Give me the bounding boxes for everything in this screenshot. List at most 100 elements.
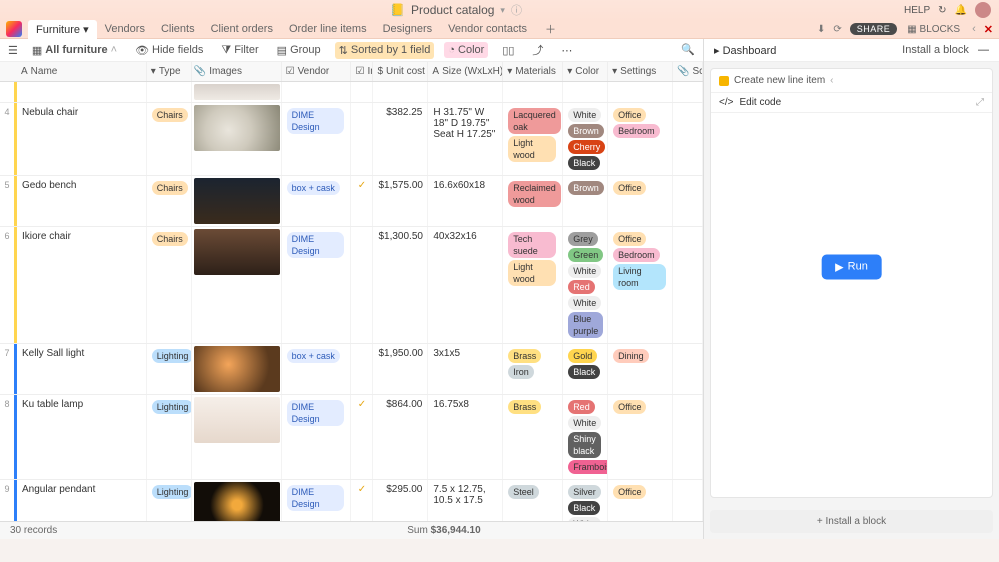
hide-fields-button[interactable]: 👁 Hide fields (131, 42, 207, 59)
cell-type[interactable] (147, 82, 192, 102)
table-tab[interactable]: Vendors (97, 20, 153, 39)
share-view-icon[interactable]: ⤴ (528, 40, 547, 60)
cell-image[interactable] (192, 395, 282, 479)
run-button[interactable]: ▶ Run (821, 254, 882, 279)
cell-name[interactable]: Nebula chair (17, 103, 147, 175)
cell-vendor[interactable] (282, 82, 352, 102)
cell-schematic[interactable] (673, 344, 703, 394)
col-instock[interactable]: ☑ In stock (351, 62, 373, 81)
cell-name[interactable]: Ikiore chair (17, 227, 147, 343)
cell-vendor[interactable]: DIME Design (282, 480, 352, 521)
table-row[interactable]: 9Angular pendantLightingDIME Design✓$295… (0, 480, 703, 521)
cell-instock[interactable] (351, 227, 373, 343)
cell-color[interactable]: Brown (563, 176, 608, 226)
cell-color[interactable]: RedWhiteShiny blackFramboise (563, 395, 608, 479)
app-logo[interactable] (6, 21, 22, 37)
title-chevron[interactable]: ▾ (500, 5, 505, 16)
cell-color[interactable]: SilverBlackWhiteGold (563, 480, 608, 521)
cell-settings[interactable]: OfficeBedroom (608, 103, 673, 175)
close-icon[interactable]: ✕ (984, 23, 993, 36)
cell-materials[interactable]: Lacquered oakLight wood (503, 103, 563, 175)
cell-vendor[interactable]: DIME Design (282, 103, 352, 175)
cell-vendor[interactable]: box + cask (282, 344, 352, 394)
col-color[interactable]: ▾ Color (563, 62, 608, 81)
install-block-link[interactable]: Install a block (902, 44, 969, 56)
view-switcher[interactable]: ▦ All furniture ˄ (28, 42, 121, 59)
dashboard-tab[interactable]: ▸ Dashboard (714, 44, 776, 57)
cell-image[interactable] (192, 103, 282, 175)
sync-icon[interactable]: ⟳ (833, 24, 841, 35)
cell-settings[interactable]: Office (608, 480, 673, 521)
table-tab[interactable]: Designers (375, 20, 441, 39)
cell-instock[interactable]: ✓ (351, 176, 373, 226)
add-table-icon[interactable]: ＋ (537, 18, 564, 40)
cell-image[interactable] (192, 480, 282, 521)
cell-unitcost[interactable]: $1,950.00 (373, 344, 428, 394)
cell-size[interactable]: 40x32x16 (428, 227, 503, 343)
col-size[interactable]: A Size (WxLxH) (428, 62, 503, 81)
cell-color[interactable] (563, 82, 608, 102)
notification-icon[interactable]: 🔔 (955, 5, 967, 16)
cell-color[interactable]: GoldBlack (563, 344, 608, 394)
row-height-icon[interactable]: ▯▯ (498, 42, 518, 59)
cell-size[interactable]: H 31.75" W 18" D 19.75" Seat H 17.25" (428, 103, 503, 175)
cell-settings[interactable]: Dining (608, 344, 673, 394)
cell-vendor[interactable]: DIME Design (282, 227, 352, 343)
cell-materials[interactable]: Reclaimed wood (503, 176, 563, 226)
cell-unitcost[interactable]: $295.00 (373, 480, 428, 521)
avatar[interactable] (975, 2, 991, 18)
cell-size[interactable] (428, 82, 503, 102)
table-row[interactable]: 6Ikiore chairChairsDIME Design$1,300.504… (0, 227, 703, 344)
col-images[interactable]: 📎 Images (192, 62, 282, 81)
cell-settings[interactable]: Office (608, 176, 673, 226)
cell-materials[interactable]: Steel (503, 480, 563, 521)
col-unitcost[interactable]: $ Unit cost (373, 62, 428, 81)
cell-size[interactable]: 3x1x5 (428, 344, 503, 394)
cell-unitcost[interactable]: $1,300.50 (373, 227, 428, 343)
table-tab[interactable]: Order line items (281, 20, 375, 39)
table-row[interactable]: 7Kelly Sall lightLightingbox + cask$1,95… (0, 344, 703, 395)
blocks-toggle[interactable]: ▦ BLOCKS (907, 24, 960, 35)
cell-instock[interactable] (351, 82, 373, 102)
table-tab[interactable]: Vendor contacts (440, 20, 535, 39)
block-expand-icon[interactable]: ⤢ (976, 97, 984, 108)
cell-schematic[interactable] (673, 103, 703, 175)
cell-image[interactable] (192, 176, 282, 226)
col-name[interactable]: A Name (17, 62, 147, 81)
filter-button[interactable]: ⧩ Filter (217, 42, 262, 59)
table-row[interactable]: 4Nebula chairChairsDIME Design$382.25H 3… (0, 103, 703, 176)
col-type[interactable]: ▾ Type (147, 62, 192, 81)
share-button[interactable]: SHARE (850, 23, 898, 35)
download-icon[interactable]: ⬇ (817, 24, 825, 35)
color-button[interactable]: ◔ Color (444, 42, 488, 58)
sidebar-collapse-icon[interactable]: — (978, 44, 989, 56)
cell-name[interactable]: Ku table lamp (17, 395, 147, 479)
cell-instock[interactable]: ✓ (351, 480, 373, 521)
records-body[interactable]: 4Nebula chairChairsDIME Design$382.25H 3… (0, 82, 703, 521)
cell-schematic[interactable] (673, 82, 703, 102)
cell-size[interactable]: 7.5 x 12.75, 10.5 x 17.5 (428, 480, 503, 521)
cell-size[interactable]: 16.75x8 (428, 395, 503, 479)
title-info-icon[interactable]: ⓘ (511, 2, 522, 18)
group-button[interactable]: ▤ Group (273, 42, 325, 59)
cell-type[interactable]: Lighting (147, 480, 192, 521)
doc-title[interactable]: Product catalog (411, 3, 494, 17)
cell-unitcost[interactable]: $382.25 (373, 103, 428, 175)
cell-schematic[interactable] (673, 176, 703, 226)
cell-instock[interactable]: ✓ (351, 395, 373, 479)
cell-settings[interactable] (608, 82, 673, 102)
cell-name[interactable]: Gedo bench (17, 176, 147, 226)
cell-schematic[interactable] (673, 395, 703, 479)
cell-vendor[interactable]: box + cask (282, 176, 352, 226)
cell-unitcost[interactable] (373, 82, 428, 102)
cell-instock[interactable] (351, 344, 373, 394)
cell-name[interactable]: Angular pendant (17, 480, 147, 521)
cell-color[interactable]: GreyGreenWhiteRedWhiteBlue purple (563, 227, 608, 343)
col-materials[interactable]: ▾ Materials (503, 62, 563, 81)
cell-type[interactable]: Chairs (147, 227, 192, 343)
cell-materials[interactable] (503, 82, 563, 102)
cell-size[interactable]: 16.6x60x18 (428, 176, 503, 226)
cell-materials[interactable]: Brass (503, 395, 563, 479)
cell-vendor[interactable]: DIME Design (282, 395, 352, 479)
table-row[interactable]: 8Ku table lampLightingDIME Design✓$864.0… (0, 395, 703, 480)
